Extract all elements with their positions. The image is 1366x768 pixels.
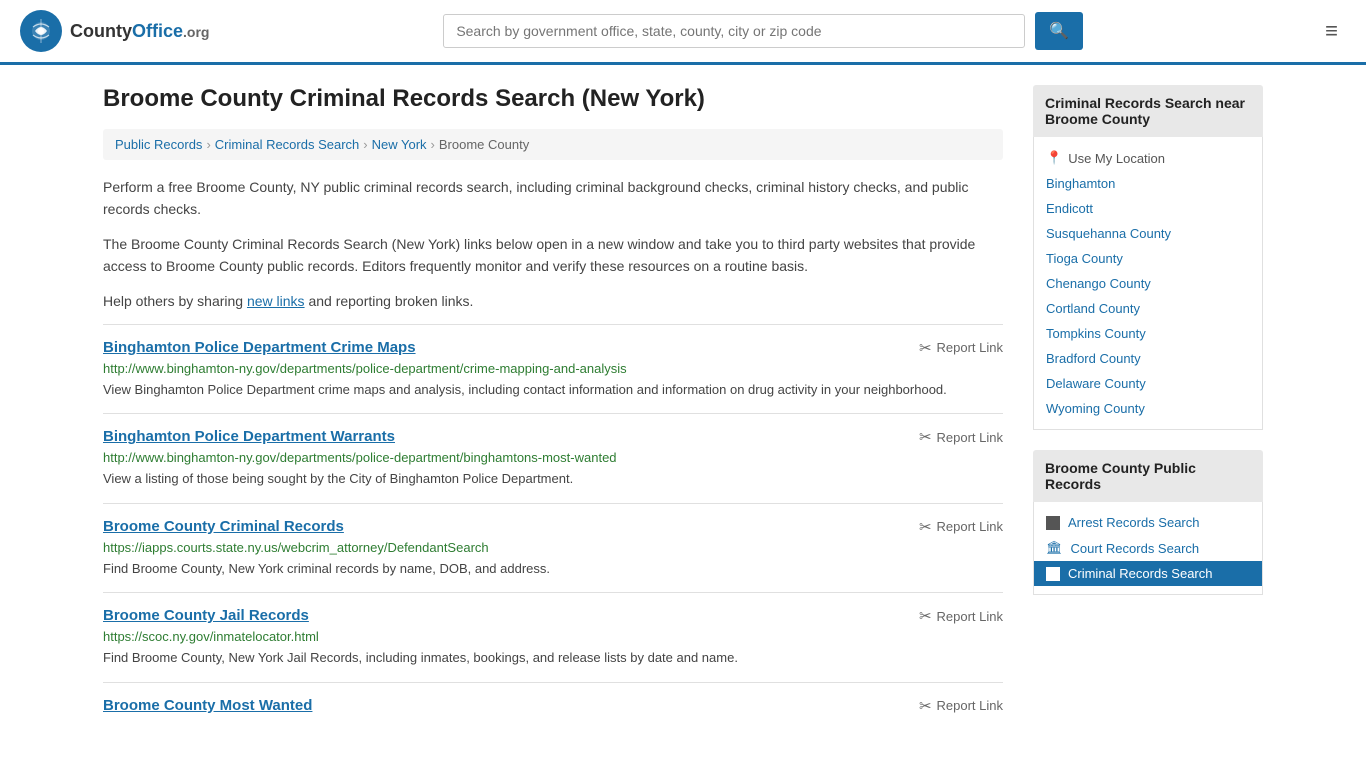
description-2: The Broome County Criminal Records Searc… bbox=[103, 233, 1003, 278]
result-desc: View Binghamton Police Department crime … bbox=[103, 380, 1003, 400]
results-list: Binghamton Police Department Crime Maps … bbox=[103, 324, 1003, 733]
search-icon: 🔍 bbox=[1049, 23, 1069, 40]
report-link[interactable]: ✂ Report Link bbox=[919, 607, 1003, 625]
desc3-prefix: Help others by sharing bbox=[103, 293, 247, 309]
criminal-records-icon bbox=[1046, 567, 1060, 581]
new-links-link[interactable]: new links bbox=[247, 293, 305, 309]
report-icon: ✂ bbox=[919, 518, 932, 536]
search-bar-area: 🔍 bbox=[443, 12, 1083, 50]
nearby-links-list: 📍 Use My Location Binghamton Endicott Susq… bbox=[1033, 137, 1263, 430]
result-title[interactable]: Broome County Criminal Records bbox=[103, 518, 344, 535]
nearby-link-item[interactable]: Delaware County bbox=[1034, 371, 1262, 396]
result-item: Binghamton Police Department Warrants ✂ … bbox=[103, 413, 1003, 503]
breadcrumb-criminal-records[interactable]: Criminal Records Search bbox=[215, 137, 360, 152]
logo-text: CountyOffice.org bbox=[70, 21, 209, 42]
pub-records-link-item[interactable]: Arrest Records Search bbox=[1034, 510, 1262, 535]
nearby-link[interactable]: Binghamton bbox=[1046, 176, 1250, 191]
nearby-link-item[interactable]: Tioga County bbox=[1034, 246, 1262, 271]
breadcrumb-new-york[interactable]: New York bbox=[372, 137, 427, 152]
report-icon: ✂ bbox=[919, 607, 932, 625]
result-title[interactable]: Broome County Most Wanted bbox=[103, 697, 312, 714]
report-link[interactable]: ✂ Report Link bbox=[919, 697, 1003, 715]
page-title: Broome County Criminal Records Search (N… bbox=[103, 85, 1003, 113]
sidebar: Criminal Records Search near Broome Coun… bbox=[1033, 85, 1263, 733]
report-link[interactable]: ✂ Report Link bbox=[919, 339, 1003, 357]
public-records-section-title: Broome County Public Records bbox=[1033, 450, 1263, 502]
report-icon: ✂ bbox=[919, 428, 932, 446]
breadcrumb-sep-3: › bbox=[431, 137, 435, 152]
nearby-link[interactable]: Tioga County bbox=[1046, 251, 1250, 266]
result-item: Broome County Criminal Records ✂ Report … bbox=[103, 503, 1003, 593]
nearby-link[interactable]: Chenango County bbox=[1046, 276, 1250, 291]
result-title-row: Broome County Jail Records ✂ Report Link bbox=[103, 607, 1003, 625]
use-location-link[interactable]: 📍 Use My Location bbox=[1046, 150, 1250, 166]
result-title[interactable]: Binghamton Police Department Warrants bbox=[103, 428, 395, 445]
result-title-row: Broome County Most Wanted ✂ Report Link bbox=[103, 697, 1003, 715]
breadcrumb-current: Broome County bbox=[439, 137, 529, 152]
result-desc: Find Broome County, New York criminal re… bbox=[103, 559, 1003, 579]
public-records-links-list: Arrest Records Search 🏛 Court Records Sea… bbox=[1033, 502, 1263, 595]
result-desc: View a listing of those being sought by … bbox=[103, 469, 1003, 489]
result-title[interactable]: Binghamton Police Department Crime Maps bbox=[103, 339, 416, 356]
report-link[interactable]: ✂ Report Link bbox=[919, 518, 1003, 536]
nearby-link[interactable]: Delaware County bbox=[1046, 376, 1250, 391]
description-3: Help others by sharing new links and rep… bbox=[103, 290, 1003, 312]
breadcrumb-public-records[interactable]: Public Records bbox=[115, 137, 202, 152]
nearby-link[interactable]: Cortland County bbox=[1046, 301, 1250, 316]
nearby-link-item[interactable]: Endicott bbox=[1034, 196, 1262, 221]
pub-records-link[interactable]: Arrest Records Search bbox=[1046, 515, 1250, 530]
result-url: https://iapps.courts.state.ny.us/webcrim… bbox=[103, 540, 1003, 555]
nearby-link[interactable]: Bradford County bbox=[1046, 351, 1250, 366]
nearby-link-item[interactable]: Tompkins County bbox=[1034, 321, 1262, 346]
result-title-row: Binghamton Police Department Warrants ✂ … bbox=[103, 428, 1003, 446]
page-wrapper: Broome County Criminal Records Search (N… bbox=[83, 65, 1283, 753]
nearby-link[interactable]: Endicott bbox=[1046, 201, 1250, 216]
nearby-link-item[interactable]: Binghamton bbox=[1034, 171, 1262, 196]
court-records-icon: 🏛 bbox=[1046, 540, 1063, 556]
result-title[interactable]: Broome County Jail Records bbox=[103, 607, 309, 624]
report-link[interactable]: ✂ Report Link bbox=[919, 428, 1003, 446]
result-title-row: Broome County Criminal Records ✂ Report … bbox=[103, 518, 1003, 536]
result-url: https://scoc.ny.gov/inmatelocator.html bbox=[103, 629, 1003, 644]
logo-icon bbox=[20, 10, 62, 52]
nearby-link-item[interactable]: Cortland County bbox=[1034, 296, 1262, 321]
header: CountyOffice.org 🔍 ≡ bbox=[0, 0, 1366, 65]
nearby-link-item[interactable]: Bradford County bbox=[1034, 346, 1262, 371]
nearby-link-item[interactable]: Susquehanna County bbox=[1034, 221, 1262, 246]
result-title-row: Binghamton Police Department Crime Maps … bbox=[103, 339, 1003, 357]
breadcrumb-sep-2: › bbox=[363, 137, 367, 152]
report-icon: ✂ bbox=[919, 339, 932, 357]
nearby-link[interactable]: Wyoming County bbox=[1046, 401, 1250, 416]
breadcrumb-sep-1: › bbox=[206, 137, 210, 152]
breadcrumb: Public Records › Criminal Records Search… bbox=[103, 129, 1003, 160]
logo-area: CountyOffice.org bbox=[20, 10, 209, 52]
desc3-suffix: and reporting broken links. bbox=[305, 293, 474, 309]
result-desc: Find Broome County, New York Jail Record… bbox=[103, 648, 1003, 668]
result-item: Broome County Jail Records ✂ Report Link… bbox=[103, 592, 1003, 682]
search-button[interactable]: 🔍 bbox=[1035, 12, 1083, 50]
nearby-link[interactable]: Susquehanna County bbox=[1046, 226, 1250, 241]
nearby-link-item[interactable]: Wyoming County bbox=[1034, 396, 1262, 421]
pub-records-link-item[interactable]: 🏛 Court Records Search bbox=[1034, 535, 1262, 561]
arrest-records-icon bbox=[1046, 516, 1060, 530]
pin-icon: 📍 bbox=[1046, 150, 1062, 166]
menu-button[interactable]: ≡ bbox=[1317, 14, 1346, 48]
nearby-link[interactable]: Tompkins County bbox=[1046, 326, 1250, 341]
main-content: Broome County Criminal Records Search (N… bbox=[103, 85, 1003, 733]
result-item: Binghamton Police Department Crime Maps … bbox=[103, 324, 1003, 414]
result-item: Broome County Most Wanted ✂ Report Link bbox=[103, 682, 1003, 733]
search-input[interactable] bbox=[443, 14, 1025, 48]
hamburger-icon: ≡ bbox=[1325, 18, 1338, 43]
nearby-link-item[interactable]: Chenango County bbox=[1034, 271, 1262, 296]
pub-records-link-item[interactable]: Criminal Records Search bbox=[1034, 561, 1262, 586]
result-url: http://www.binghamton-ny.gov/departments… bbox=[103, 450, 1003, 465]
nearby-section-title: Criminal Records Search near Broome Coun… bbox=[1033, 85, 1263, 137]
report-icon: ✂ bbox=[919, 697, 932, 715]
use-location-item[interactable]: 📍 Use My Location bbox=[1034, 145, 1262, 171]
pub-records-link[interactable]: 🏛 Court Records Search bbox=[1046, 540, 1250, 556]
description-1: Perform a free Broome County, NY public … bbox=[103, 176, 1003, 221]
pub-records-link[interactable]: Criminal Records Search bbox=[1046, 566, 1250, 581]
result-url: http://www.binghamton-ny.gov/departments… bbox=[103, 361, 1003, 376]
